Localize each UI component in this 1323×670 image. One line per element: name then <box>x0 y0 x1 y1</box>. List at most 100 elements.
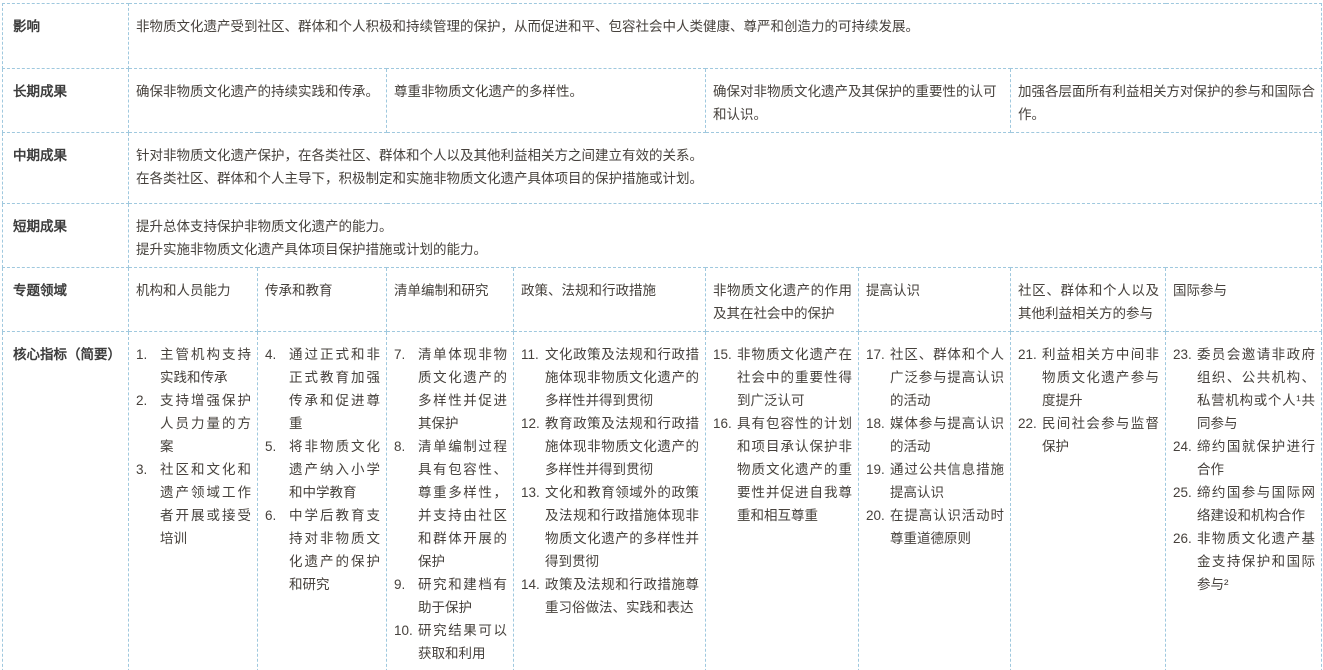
indicator-list-international-engagement: 23.委员会邀请非政府组织、公共机构、私营机构或个人¹共同参与24.缔约国就保护… <box>1166 332 1322 670</box>
indicator-text: 具有包容性的计划和项目承认保护非物质文化遗产的重要性并促进自我尊重和相互尊重 <box>737 412 852 527</box>
indicator-number: 24. <box>1173 435 1197 481</box>
indicator-item: 21.利益相关方中间非物质文化遗产参与度提升 <box>1018 343 1159 412</box>
indicator-item: 1.主管机构支持实践和传承 <box>136 343 251 389</box>
indicator-number: 23. <box>1173 343 1197 435</box>
indicator-item: 8.清单编制过程具有包容性、尊重多样性，并支持由社区和群体开展的保护 <box>394 435 507 573</box>
indicator-text: 清单编制过程具有包容性、尊重多样性，并支持由社区和群体开展的保护 <box>418 435 507 573</box>
indicator-number: 25. <box>1173 481 1197 527</box>
indicator-text: 研究和建档有助于保护 <box>418 573 507 619</box>
indicator-text: 媒体参与提高认识的活动 <box>890 412 1004 458</box>
indicator-item: 20.在提高认识活动时尊重道德原则 <box>866 504 1004 550</box>
indicator-text: 缔约国参与国际网络建设和机构合作 <box>1197 481 1315 527</box>
mid-term-cell: 针对非物质文化遗产保护，在各类社区、群体和个人以及其他利益相关方之间建立有效的关… <box>129 133 1322 204</box>
indicator-number: 14. <box>521 573 545 619</box>
indicator-item: 5.将非物质文化遗产纳入小学和中学教育 <box>265 435 380 504</box>
indicator-list-role-in-society: 15.非物质文化遗产在社会中的重要性得到广泛认可16.具有包容性的计划和项目承认… <box>706 332 859 670</box>
indicator-list-policies-measures: 11.文化政策及法规和行政措施体现非物质文化遗产的多样性并得到贯彻12.教育政策… <box>514 332 706 670</box>
indicator-number: 21. <box>1018 343 1042 412</box>
indicator-text: 非物质文化遗产在社会中的重要性得到广泛认可 <box>737 343 852 412</box>
thematic-area-inventorying-research: 清单编制和研究 <box>387 268 514 332</box>
long-term-cell-1: 确保非物质文化遗产的持续实践和传承。 <box>129 69 387 133</box>
row-label-indicators: 核心指标（简要） <box>3 332 129 670</box>
indicator-text: 非物质文化遗产基金支持保护和国际参与² <box>1197 527 1315 596</box>
short-term-cell: 提升总体支持保护非物质文化遗产的能力。 提升实施非物质文化遗产具体项目保护措施或… <box>129 204 1322 268</box>
thematic-area-stakeholder-engagement: 社区、群体和个人以及其他利益相关方的参与 <box>1011 268 1166 332</box>
indicator-number: 13. <box>521 481 545 573</box>
row-long-term: 长期成果 确保非物质文化遗产的持续实践和传承。 尊重非物质文化遗产的多样性。 确… <box>3 69 1322 133</box>
indicator-text: 通过公共信息措施提高认识 <box>890 458 1004 504</box>
long-term-cell-3: 确保对非物质文化遗产及其保护的重要性的认可和认识。 <box>706 69 1011 133</box>
indicator-item: 10.研究结果可以获取和利用 <box>394 619 507 665</box>
row-label-impact: 影响 <box>3 4 129 69</box>
indicator-number: 12. <box>521 412 545 481</box>
row-mid-term: 中期成果 针对非物质文化遗产保护，在各类社区、群体和个人以及其他利益相关方之间建… <box>3 133 1322 204</box>
row-short-term: 短期成果 提升总体支持保护非物质文化遗产的能力。 提升实施非物质文化遗产具体项目… <box>3 204 1322 268</box>
indicator-number: 7. <box>394 343 418 435</box>
indicator-text: 清单体现非物质文化遗产的多样性并促进其保护 <box>418 343 507 435</box>
row-label-long-term: 长期成果 <box>3 69 129 133</box>
row-impact: 影响 非物质文化遗产受到社区、群体和个人积极和持续管理的保护，从而促进和平、包容… <box>3 4 1322 69</box>
indicator-text: 研究结果可以获取和利用 <box>418 619 507 665</box>
row-label-thematic: 专题领域 <box>3 268 129 332</box>
indicator-item: 4.通过正式和非正式教育加强传承和促进尊重 <box>265 343 380 435</box>
indicator-text: 支持增强保护人员力量的方案 <box>160 389 251 458</box>
indicator-number: 10. <box>394 619 418 665</box>
indicator-number: 26. <box>1173 527 1197 596</box>
indicator-item: 3.社区和文化和遗产领域工作者开展或接受培训 <box>136 458 251 550</box>
mid-term-line-1: 针对非物质文化遗产保护，在各类社区、群体和个人以及其他利益相关方之间建立有效的关… <box>136 144 1315 167</box>
row-core-indicators: 核心指标（简要） 1.主管机构支持实践和传承2.支持增强保护人员力量的方案3.社… <box>3 332 1322 670</box>
indicator-number: 1. <box>136 343 160 389</box>
short-term-line-1: 提升总体支持保护非物质文化遗产的能力。 <box>136 215 1315 238</box>
indicator-number: 18. <box>866 412 890 458</box>
long-term-cell-2: 尊重非物质文化遗产的多样性。 <box>387 69 706 133</box>
indicator-item: 6.中学后教育支持对非物质文化遗产的保护和研究 <box>265 504 380 596</box>
indicator-item: 17.社区、群体和个人广泛参与提高认识的活动 <box>866 343 1004 412</box>
thematic-area-awareness-raising: 提高认识 <box>859 268 1011 332</box>
impact-text-cell: 非物质文化遗产受到社区、群体和个人积极和持续管理的保护，从而促进和平、包容社会中… <box>129 4 1322 69</box>
indicator-number: 19. <box>866 458 890 504</box>
indicator-item: 12.教育政策及法规和行政措施体现非物质文化遗产的多样性并得到贯彻 <box>521 412 699 481</box>
thematic-area-policies-measures: 政策、法规和行政措施 <box>514 268 706 332</box>
indicator-text: 缔约国就保护进行合作 <box>1197 435 1315 481</box>
indicator-number: 4. <box>265 343 289 435</box>
indicator-list-institutional-capacities: 1.主管机构支持实践和传承2.支持增强保护人员力量的方案3.社区和文化和遗产领域… <box>129 332 258 670</box>
indicator-text: 文化和教育领域外的政策及法规和行政措施体现非物质文化遗产的多样性并得到贯彻 <box>545 481 699 573</box>
indicator-number: 17. <box>866 343 890 412</box>
indicator-number: 2. <box>136 389 160 458</box>
indicator-item: 26.非物质文化遗产基金支持保护和国际参与² <box>1173 527 1315 596</box>
indicator-list-transmission-education: 4.通过正式和非正式教育加强传承和促进尊重5.将非物质文化遗产纳入小学和中学教育… <box>258 332 387 670</box>
indicator-text: 政策及法规和行政措施尊重习俗做法、实践和表达 <box>545 573 699 619</box>
indicator-item: 22.民间社会参与监督保护 <box>1018 412 1159 458</box>
indicator-item: 25.缔约国参与国际网络建设和机构合作 <box>1173 481 1315 527</box>
indicator-text: 文化政策及法规和行政措施体现非物质文化遗产的多样性并得到贯彻 <box>545 343 699 412</box>
indicator-number: 3. <box>136 458 160 550</box>
indicator-item: 24.缔约国就保护进行合作 <box>1173 435 1315 481</box>
row-label-mid-term: 中期成果 <box>3 133 129 204</box>
indicator-number: 9. <box>394 573 418 619</box>
indicator-list-stakeholder-engagement: 21.利益相关方中间非物质文化遗产参与度提升22.民间社会参与监督保护 <box>1011 332 1166 670</box>
indicator-number: 15. <box>713 343 737 412</box>
indicator-item: 9.研究和建档有助于保护 <box>394 573 507 619</box>
indicator-text: 社区、群体和个人广泛参与提高认识的活动 <box>890 343 1004 412</box>
long-term-cell-4: 加强各层面所有利益相关方对保护的参与和国际合作。 <box>1011 69 1322 133</box>
mid-term-line-2: 在各类社区、群体和个人主导下，积极制定和实施非物质文化遗产具体项目的保护措施或计… <box>136 167 1315 190</box>
indicator-number: 11. <box>521 343 545 412</box>
indicator-text: 中学后教育支持对非物质文化遗产的保护和研究 <box>289 504 380 596</box>
indicator-text: 将非物质文化遗产纳入小学和中学教育 <box>289 435 380 504</box>
results-framework-table: 影响 非物质文化遗产受到社区、群体和个人积极和持续管理的保护，从而促进和平、包容… <box>2 3 1322 670</box>
indicator-text: 主管机构支持实践和传承 <box>160 343 251 389</box>
indicator-item: 13.文化和教育领域外的政策及法规和行政措施体现非物质文化遗产的多样性并得到贯彻 <box>521 481 699 573</box>
indicator-number: 5. <box>265 435 289 504</box>
indicator-item: 16.具有包容性的计划和项目承认保护非物质文化遗产的重要性并促进自我尊重和相互尊… <box>713 412 852 527</box>
indicator-number: 20. <box>866 504 890 550</box>
indicator-list-inventorying-research: 7.清单体现非物质文化遗产的多样性并促进其保护8.清单编制过程具有包容性、尊重多… <box>387 332 514 670</box>
indicator-item: 15.非物质文化遗产在社会中的重要性得到广泛认可 <box>713 343 852 412</box>
row-label-short-term: 短期成果 <box>3 204 129 268</box>
row-thematic-areas: 专题领域 机构和人员能力 传承和教育 清单编制和研究 政策、法规和行政措施 非物… <box>3 268 1322 332</box>
indicator-text: 教育政策及法规和行政措施体现非物质文化遗产的多样性并得到贯彻 <box>545 412 699 481</box>
indicator-text: 在提高认识活动时尊重道德原则 <box>890 504 1004 550</box>
indicator-number: 22. <box>1018 412 1042 458</box>
short-term-line-2: 提升实施非物质文化遗产具体项目保护措施或计划的能力。 <box>136 238 1315 261</box>
indicator-list-awareness-raising: 17.社区、群体和个人广泛参与提高认识的活动18.媒体参与提高认识的活动19.通… <box>859 332 1011 670</box>
indicator-item: 2.支持增强保护人员力量的方案 <box>136 389 251 458</box>
